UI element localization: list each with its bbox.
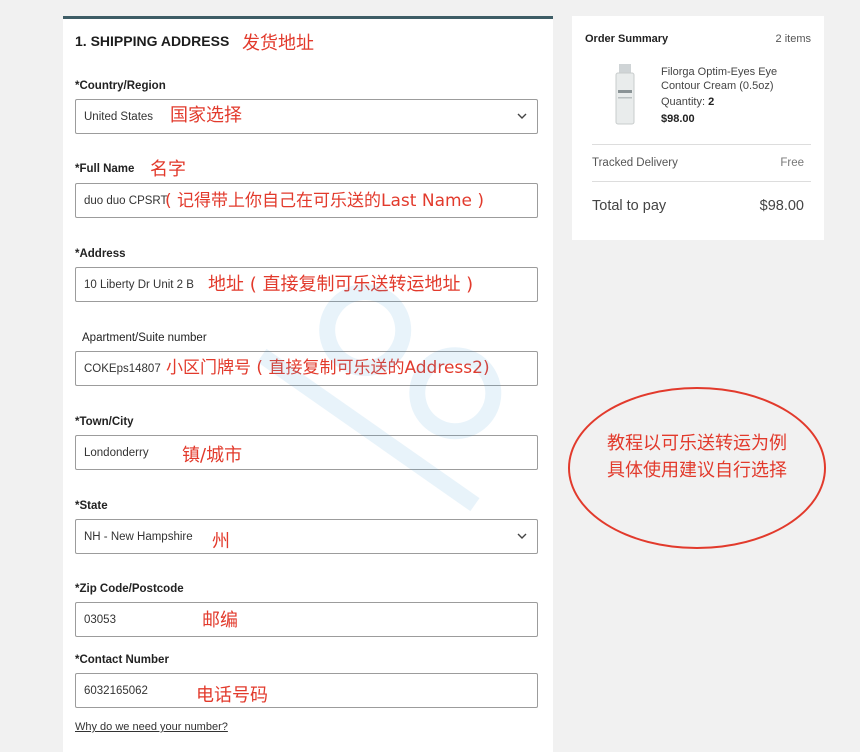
summary-count: 2 items <box>775 33 811 45</box>
apartment-value: COKEps14807 <box>84 362 161 375</box>
country-label: *Country/Region <box>75 80 166 92</box>
annotation-country: 国家选择 <box>170 105 242 126</box>
total-value: $98.00 <box>759 198 804 214</box>
annotation-name-hint: ( 记得带上你自己在可乐送的Last Name ) <box>165 191 485 211</box>
product-name[interactable]: Filorga Optim-Eyes Eye Contour Cream (0.… <box>661 65 811 93</box>
phone-value: 6032165062 <box>84 684 148 697</box>
total-label: Total to pay <box>592 198 667 214</box>
product-bottle-icon <box>615 64 635 125</box>
quantity-label: Quantity: <box>661 96 706 108</box>
zip-value: 03053 <box>84 613 116 626</box>
state-select[interactable]: NH - New Hampshire <box>75 519 538 554</box>
zip-label: *Zip Code/Postcode <box>75 583 184 595</box>
annotation-oval-text: 教程以可乐送转运为例 具体使用建议自行选择 <box>568 430 826 484</box>
annotation-state: 州 <box>212 531 230 552</box>
why-number-link[interactable]: Why do we need your number? <box>75 721 228 733</box>
country-value: United States <box>84 110 154 123</box>
divider <box>592 181 811 182</box>
apartment-label: Apartment/Suite number <box>82 332 207 344</box>
town-label: *Town/City <box>75 416 134 428</box>
annotation-address: 地址 ( 直接复制可乐送转运地址 ) <box>208 274 474 295</box>
state-value: NH - New Hampshire <box>84 530 193 543</box>
summary-title: Order Summary <box>585 33 669 45</box>
delivery-label: Tracked Delivery <box>592 157 678 169</box>
state-label: *State <box>75 500 108 512</box>
product-price: $98.00 <box>661 113 695 125</box>
phone-input[interactable]: 6032165062 <box>75 673 538 708</box>
annotation-shipping: 发货地址 <box>242 33 314 54</box>
town-input[interactable]: Londonderry <box>75 435 538 470</box>
town-value: Londonderry <box>84 446 149 459</box>
country-select[interactable]: United States <box>75 99 538 134</box>
annotation-name: 名字 <box>150 159 186 180</box>
quantity-value: 2 <box>708 96 715 108</box>
phone-label: *Contact Number <box>75 654 169 666</box>
section-title: 1. SHIPPING ADDRESS <box>75 33 230 49</box>
annotation-town: 镇/城市 <box>182 445 243 466</box>
shipping-form: 1. SHIPPING ADDRESS *Country/Region Unit… <box>63 16 553 752</box>
annotation-phone: 电话号码 <box>196 685 268 706</box>
product-quantity: Quantity: 2 <box>661 96 714 108</box>
delivery-value: Free <box>780 157 804 169</box>
zip-input[interactable]: 03053 <box>75 602 538 637</box>
chevron-down-icon <box>517 113 527 119</box>
annotation-apartment: 小区门牌号 ( 直接复制可乐送的Address2) <box>166 358 490 378</box>
divider <box>592 144 811 145</box>
oval-line-2: 具体使用建议自行选择 <box>607 460 787 481</box>
address-value: 10 Liberty Dr Unit 2 B <box>84 278 194 291</box>
order-summary: Order Summary 2 items Filorga Optim-Eyes… <box>572 16 824 240</box>
full-name-label: *Full Name <box>75 163 135 175</box>
full-name-value: duo duo CPSRT <box>84 194 168 207</box>
chevron-down-icon <box>517 533 527 539</box>
annotation-zip: 邮编 <box>202 610 238 631</box>
oval-line-1: 教程以可乐送转运为例 <box>607 433 787 454</box>
address-label: *Address <box>75 248 126 260</box>
